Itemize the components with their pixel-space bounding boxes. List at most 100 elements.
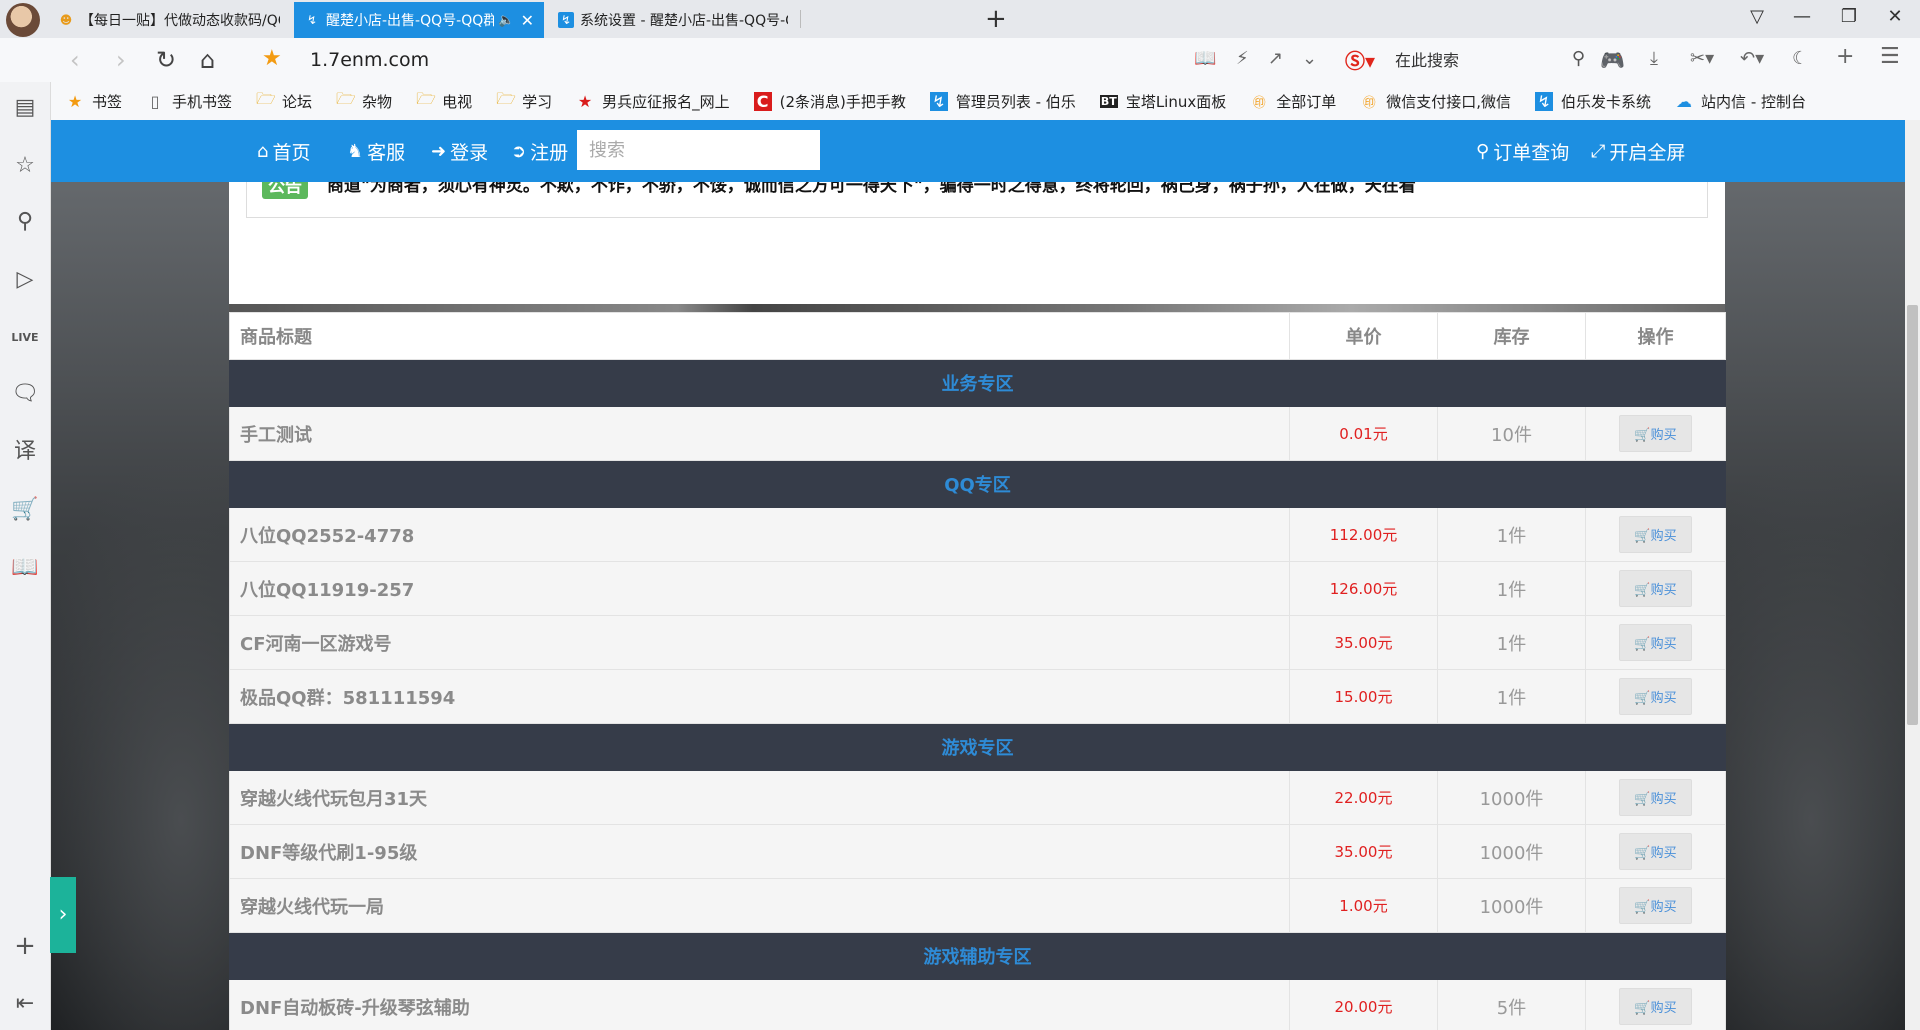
scrollbar-thumb[interactable] bbox=[1907, 305, 1918, 725]
site-search-input[interactable] bbox=[577, 130, 820, 170]
minimize-icon[interactable]: — bbox=[1787, 6, 1817, 27]
tab-list-icon[interactable]: ▽ bbox=[1742, 6, 1772, 27]
table-row[interactable]: 穿越火线代玩一局 1.00元 1000件 🛒购买 bbox=[229, 878, 1726, 933]
restore-icon[interactable]: ❐ bbox=[1834, 6, 1864, 27]
reader-mode-icon[interactable]: 📖 bbox=[1194, 48, 1216, 69]
bookmark-item[interactable]: ★ 书签 bbox=[66, 91, 122, 112]
buy-button[interactable]: 🛒购买 bbox=[1619, 678, 1692, 715]
search-engine-logo-icon[interactable]: Ⓢ▾ bbox=[1345, 45, 1375, 74]
bookmark-item[interactable]: 🗁 杂物 bbox=[336, 88, 392, 115]
bookmark-item[interactable]: ㊞微信支付接口,微信 bbox=[1360, 91, 1511, 112]
scissors-icon[interactable]: ✂▾ bbox=[1690, 48, 1714, 69]
bookmark-star-icon[interactable]: ★ bbox=[262, 46, 282, 71]
back-icon[interactable]: ‹ bbox=[70, 46, 80, 74]
nav-home[interactable]: ⌂ 首页 bbox=[257, 138, 310, 165]
bookmark-item[interactable]: 🗁 论坛 bbox=[256, 88, 312, 115]
action-cell: 🛒购买 bbox=[1585, 979, 1726, 1030]
search-icon[interactable]: ⚲ bbox=[1572, 48, 1585, 69]
user-avatar[interactable] bbox=[6, 3, 40, 37]
add-icon[interactable]: + bbox=[1836, 44, 1854, 69]
bookmark-item[interactable]: ★ 男兵应征报名_网上 bbox=[576, 91, 730, 112]
buy-button[interactable]: 🛒购买 bbox=[1619, 624, 1692, 661]
download-icon[interactable]: ⤓ bbox=[1650, 48, 1658, 69]
chevron-down-icon[interactable]: ⌄ bbox=[1302, 48, 1317, 69]
table-row[interactable]: DNF自动板砖-升级琴弦辅助 20.00元 5件 🛒购买 bbox=[229, 979, 1726, 1030]
chat-icon[interactable]: 🗨 bbox=[11, 380, 39, 408]
buy-button[interactable]: 🛒购买 bbox=[1619, 887, 1692, 924]
night-mode-icon[interactable]: ☾ bbox=[1792, 48, 1808, 69]
product-name[interactable]: DNF等级代刷1-95级 bbox=[229, 824, 1290, 879]
nav-order-query[interactable]: ⚲ 订单查询 bbox=[1476, 138, 1569, 165]
bookmark-item[interactable]: 🗁 电视 bbox=[416, 88, 472, 115]
close-window-icon[interactable]: ✕ bbox=[1880, 6, 1910, 27]
buy-button[interactable]: 🛒购买 bbox=[1619, 779, 1692, 816]
nav-service[interactable]: ♞ 客服 bbox=[347, 138, 405, 165]
nav-fullscreen[interactable]: ⤢ 开启全屏 bbox=[1591, 138, 1685, 165]
expand-panel-icon[interactable]: › bbox=[50, 877, 76, 953]
product-name[interactable]: 极品QQ群：581111594 bbox=[229, 669, 1290, 724]
product-name[interactable]: CF河南一区游戏号 bbox=[229, 615, 1290, 670]
bookmark-item[interactable]: ㊞全部订单 bbox=[1250, 91, 1337, 112]
search-engine-box[interactable]: Ⓢ▾ 在此搜索 ⚲ bbox=[1345, 44, 1585, 74]
menu-icon[interactable]: ☰ bbox=[1880, 44, 1900, 69]
product-name[interactable]: 手工测试 bbox=[229, 406, 1290, 461]
product-name[interactable]: 穿越火线代玩一局 bbox=[229, 878, 1290, 933]
url-field[interactable]: 1.7enm.com bbox=[310, 49, 429, 71]
table-row[interactable]: 极品QQ群：581111594 15.00元 1件 🛒购买 bbox=[229, 669, 1726, 724]
table-row[interactable]: CF河南一区游戏号 35.00元 1件 🛒购买 bbox=[229, 615, 1726, 670]
product-name[interactable]: DNF自动板砖-升级琴弦辅助 bbox=[229, 979, 1290, 1030]
nav-register[interactable]: ➲ 注册 bbox=[511, 138, 568, 165]
product-name[interactable]: 穿越火线代玩包月31天 bbox=[229, 770, 1290, 825]
game-controller-icon[interactable]: 🎮 bbox=[1600, 48, 1625, 72]
buy-button[interactable]: 🛒购买 bbox=[1619, 516, 1692, 553]
undo-icon[interactable]: ↶▾ bbox=[1740, 48, 1764, 69]
tab-1[interactable]: ☻ 【每日一贴】代做动态收款码/QQ/Q bbox=[48, 2, 290, 38]
flash-icon[interactable]: ⚡ bbox=[1236, 48, 1249, 69]
table-row[interactable]: 八位QQ11919-257 126.00元 1件 🛒购买 bbox=[229, 561, 1726, 616]
bookmark-item[interactable]: 🗁 学习 bbox=[496, 88, 552, 115]
share-icon[interactable]: ↗ bbox=[1268, 48, 1283, 69]
nav-login[interactable]: ➜ 登录 bbox=[431, 138, 488, 165]
cart-icon[interactable]: 🛒 bbox=[11, 496, 39, 524]
close-tab-icon[interactable]: ✕ bbox=[521, 11, 534, 30]
product-name[interactable]: 八位QQ11919-257 bbox=[229, 561, 1290, 616]
red-star-icon: ★ bbox=[577, 91, 593, 111]
bookmark-item[interactable]: ▯ 手机书签 bbox=[146, 91, 232, 112]
table-row[interactable]: 穿越火线代玩包月31天 22.00元 1000件 🛒购买 bbox=[229, 770, 1726, 825]
table-row[interactable]: DNF等级代刷1-95级 35.00元 1000件 🛒购买 bbox=[229, 824, 1726, 879]
bookmark-item[interactable]: ↯ 伯乐发卡系统 bbox=[1535, 91, 1651, 112]
buy-button[interactable]: 🛒购买 bbox=[1619, 833, 1692, 870]
book-icon[interactable]: 📖 bbox=[11, 554, 39, 582]
bookmark-label: 管理员列表 - 伯乐 bbox=[955, 92, 1076, 111]
add-icon[interactable]: + bbox=[11, 932, 39, 960]
cart-icon: 🛒 bbox=[1634, 583, 1651, 598]
new-tab-icon[interactable]: + bbox=[985, 4, 1007, 34]
forward-icon[interactable]: › bbox=[116, 46, 126, 74]
live-icon[interactable]: LIVE bbox=[11, 324, 39, 352]
bookmark-item[interactable]: BT 宝塔Linux面板 bbox=[1099, 91, 1226, 112]
home-icon[interactable]: ⌂ bbox=[200, 46, 215, 74]
blue-page-icon: ↯ bbox=[929, 91, 948, 111]
buy-button[interactable]: 🛒购买 bbox=[1619, 570, 1692, 607]
tab-3[interactable]: ↯ 系统设置 - 醒楚小店-出售-QQ号-QQ bbox=[548, 2, 798, 38]
news-icon[interactable]: ▤ bbox=[11, 94, 39, 122]
table-row[interactable]: 八位QQ2552-4778 112.00元 1件 🛒购买 bbox=[229, 507, 1726, 562]
category-row: 游戏专区 bbox=[229, 723, 1726, 771]
bookmark-item[interactable]: ↯ 管理员列表 - 伯乐 bbox=[929, 91, 1076, 112]
code-icon: ㊞ bbox=[1252, 95, 1266, 111]
reload-icon[interactable]: ↻ bbox=[156, 46, 176, 74]
table-row[interactable]: 手工测试 0.01元 10件 🛒购买 bbox=[229, 406, 1726, 461]
translate-icon[interactable]: 译 bbox=[11, 438, 39, 466]
collapse-sidebar-icon[interactable]: ⇤ bbox=[11, 990, 39, 1018]
bookmark-item[interactable]: C (2条消息)手把手教 bbox=[753, 91, 906, 112]
product-name[interactable]: 八位QQ2552-4778 bbox=[229, 507, 1290, 562]
cart-icon: 🛒 bbox=[1634, 637, 1651, 652]
buy-button[interactable]: 🛒购买 bbox=[1619, 415, 1692, 452]
buy-button[interactable]: 🛒购买 bbox=[1619, 988, 1692, 1025]
tab-2-active[interactable]: ↯ 醒楚小店-出售-QQ号-QQ群-游戏 🔈 ✕ bbox=[294, 2, 544, 38]
video-icon[interactable]: ▷ bbox=[11, 266, 39, 294]
bookmark-item[interactable]: ☁ 站内信 - 控制台 bbox=[1675, 91, 1806, 112]
search-icon[interactable]: ⚲ bbox=[11, 208, 39, 236]
audio-icon[interactable]: 🔈 bbox=[498, 13, 514, 28]
favorites-star-icon[interactable]: ☆ bbox=[11, 152, 39, 180]
